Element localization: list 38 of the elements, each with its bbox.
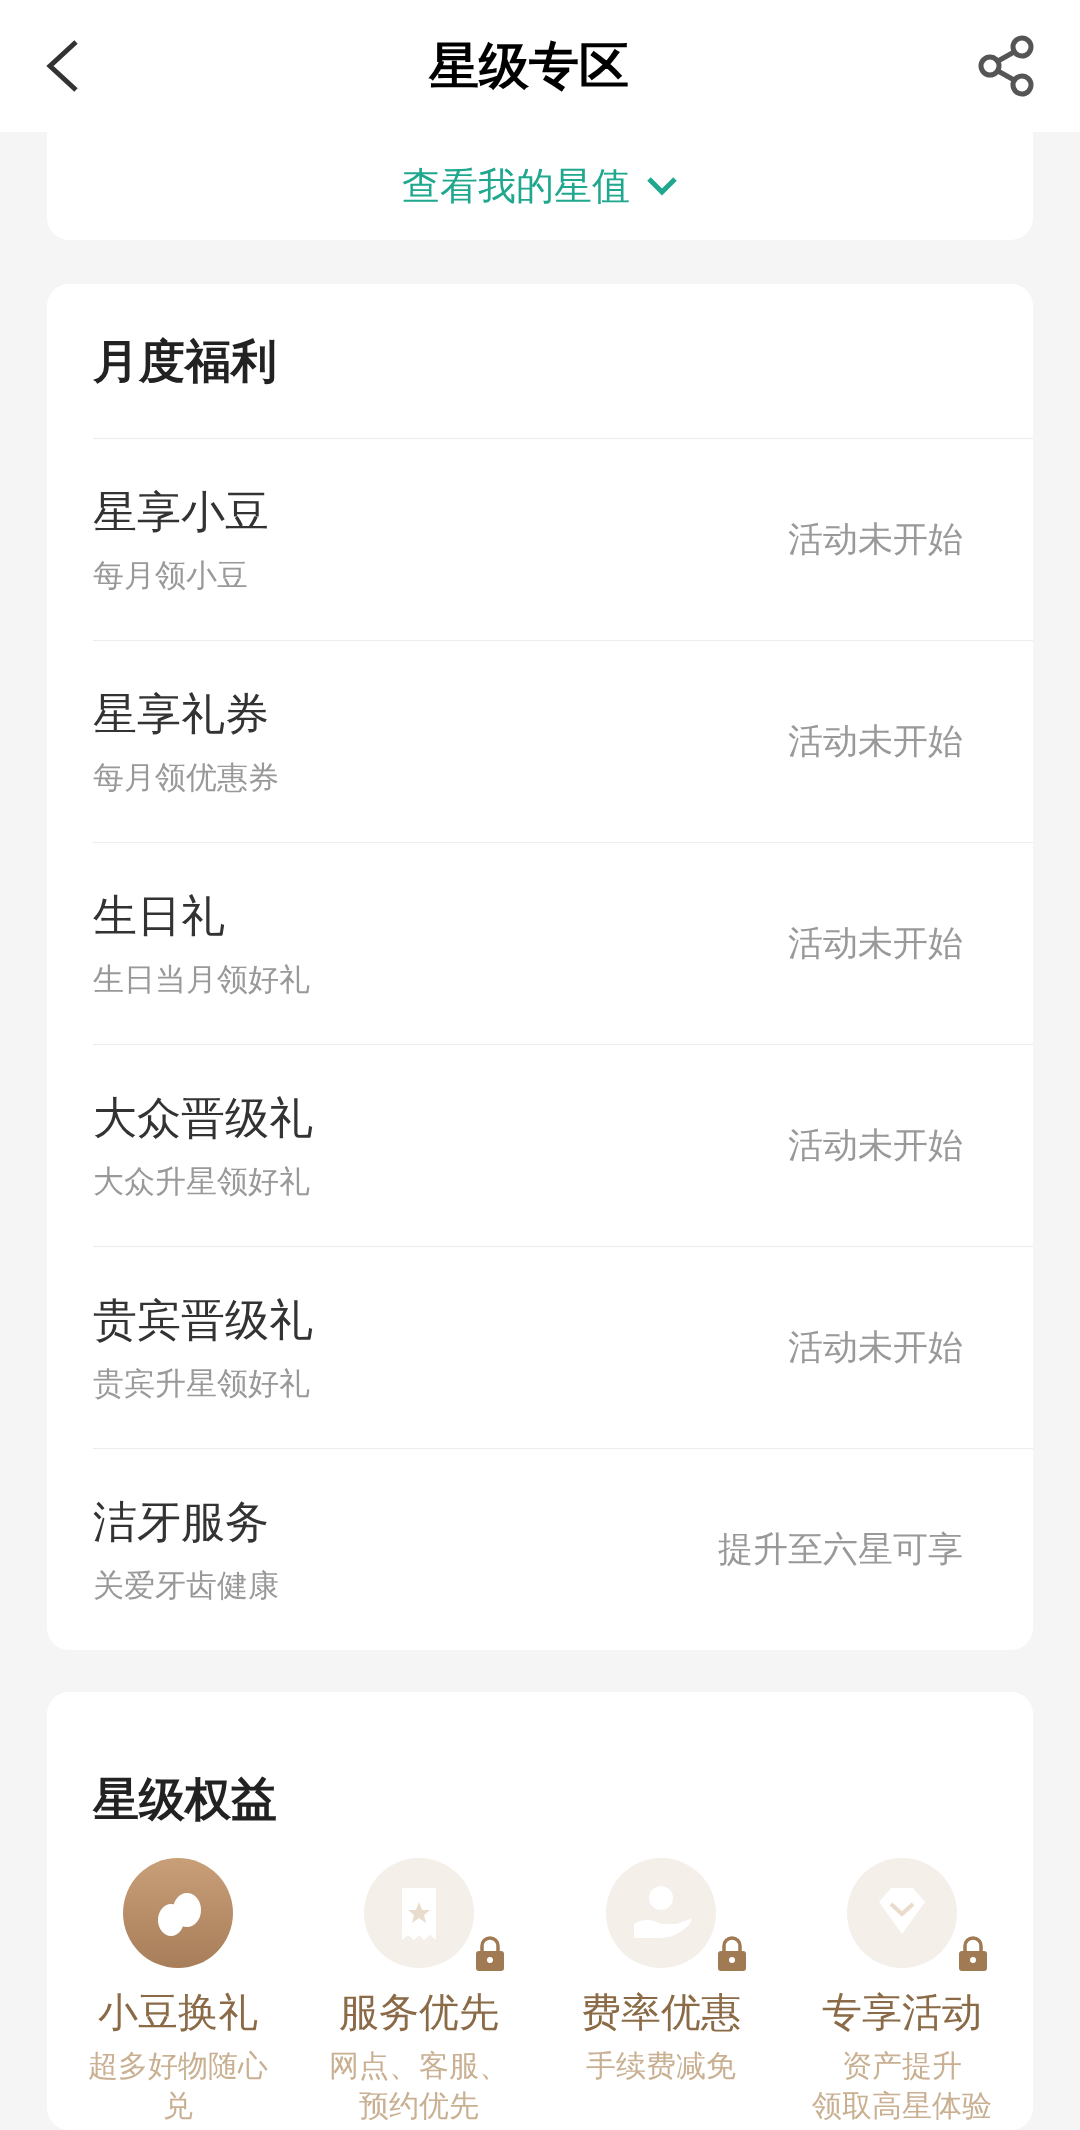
benefit-description: 超多好物随心兑 — [86, 2048, 269, 2124]
benefit-status: 活动未开始 — [788, 518, 963, 561]
back-icon[interactable] — [44, 38, 80, 94]
lock-icon — [957, 1936, 990, 1972]
benefit-label[interactable]: 服务优先 — [339, 1982, 500, 2042]
benefit-status: 活动未开始 — [788, 922, 963, 965]
benefit-name: 大众晋级礼 — [93, 1092, 313, 1145]
lock-icon — [715, 1936, 748, 1972]
beans-icon[interactable] — [122, 1858, 233, 1968]
benefit-description: 手续费减免 — [584, 2048, 737, 2084]
benefit-description: 关爱牙齿健康 — [93, 1567, 279, 1606]
lock-icon — [474, 1936, 507, 1972]
benefit-name: 生日礼 — [93, 890, 226, 943]
star-value-toggle[interactable]: 查看我的星值 — [402, 157, 678, 215]
benefit-description: 网点、客服、预约优先 — [328, 2048, 511, 2124]
benefit-description: 生日当月领好礼 — [93, 961, 310, 1000]
chevron-icon — [646, 175, 678, 197]
benefit-description: 资产提升 — [841, 2048, 964, 2084]
benefit-status: 活动未开始 — [788, 1124, 963, 1167]
section-title: 月度福利 — [93, 333, 277, 389]
benefit-description: 每月领优惠券 — [93, 759, 279, 798]
benefit-description: 贵宾升星领好礼 — [93, 1365, 311, 1404]
benefit-description: 大众升星领好礼 — [93, 1163, 311, 1202]
benefit-label[interactable]: 专享活动 — [822, 1982, 983, 2042]
section-title: 星级权益 — [93, 1772, 277, 1827]
benefit-name: 洁牙服务 — [93, 1496, 270, 1549]
benefit-name: 贵宾晋级礼 — [93, 1294, 313, 1347]
page-title: 星级专区 — [429, 36, 629, 96]
benefit-label[interactable]: 费率优惠 — [580, 1982, 741, 2042]
benefit-name: 星享小豆 — [93, 486, 269, 539]
benefit-label[interactable]: 小豆换礼 — [97, 1982, 258, 2042]
share-icon[interactable] — [978, 35, 1036, 97]
benefit-status: 活动未开始 — [788, 720, 963, 763]
benefit-description: 每月领小豆 — [93, 557, 249, 596]
benefit-name: 星享礼券 — [93, 688, 270, 741]
benefit-status: 提升至六星可享 — [718, 1528, 963, 1571]
benefit-status: 活动未开始 — [788, 1326, 963, 1369]
benefit-description: 领取高星体验 — [811, 2088, 994, 2124]
